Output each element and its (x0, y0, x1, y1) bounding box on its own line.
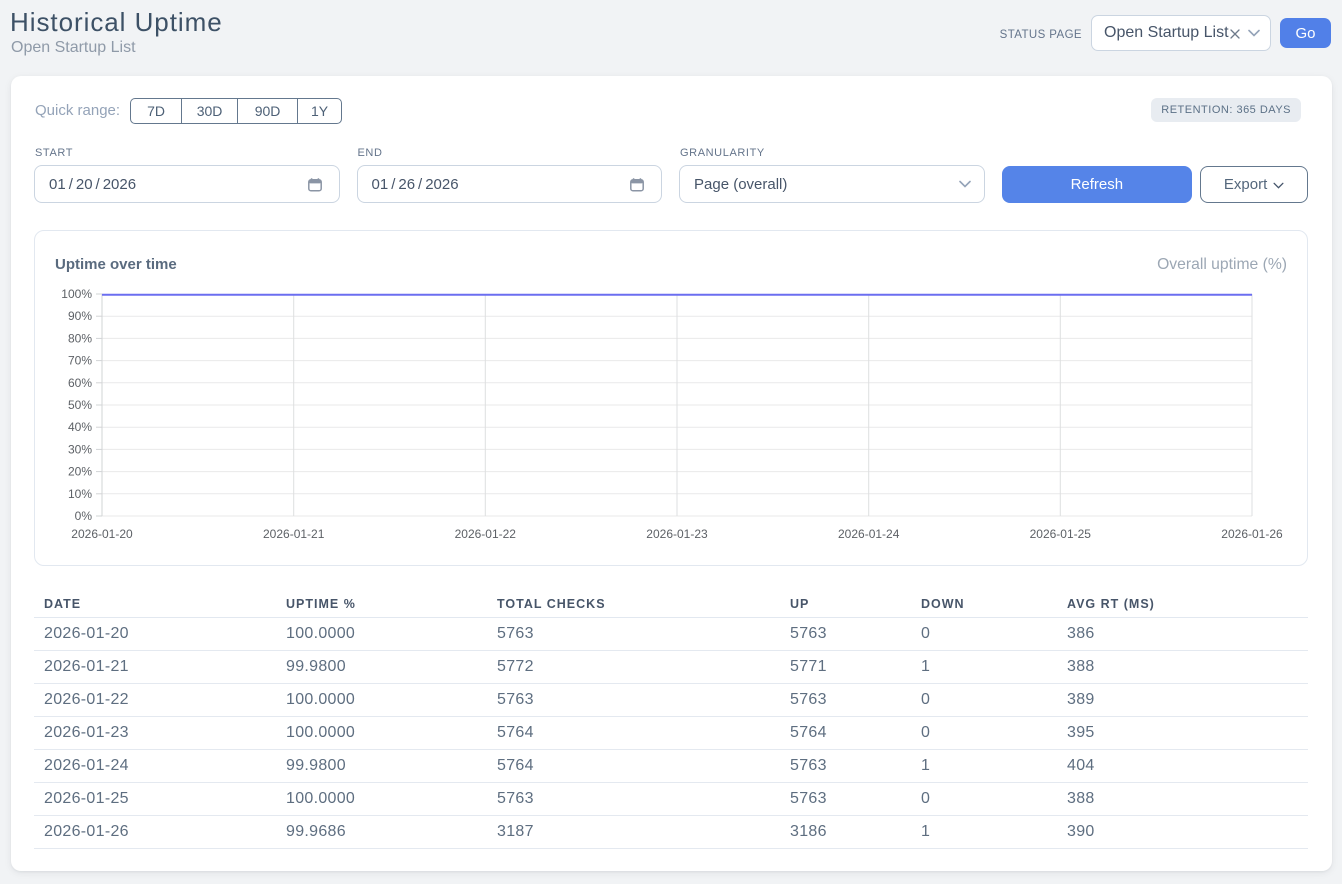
svg-text:2026-01-22: 2026-01-22 (455, 527, 517, 541)
svg-text:2026-01-26: 2026-01-26 (1221, 527, 1283, 541)
svg-text:2026-01-25: 2026-01-25 (1030, 527, 1092, 541)
svg-text:100%: 100% (61, 287, 92, 301)
svg-text:2026-01-21: 2026-01-21 (263, 527, 325, 541)
svg-text:2026-01-24: 2026-01-24 (838, 527, 900, 541)
svg-text:40%: 40% (68, 420, 92, 434)
svg-text:30%: 30% (68, 442, 92, 456)
svg-text:70%: 70% (68, 354, 92, 368)
svg-text:80%: 80% (68, 331, 92, 345)
svg-text:60%: 60% (68, 376, 92, 390)
svg-text:90%: 90% (68, 309, 92, 323)
svg-text:2026-01-23: 2026-01-23 (646, 527, 708, 541)
svg-text:20%: 20% (68, 465, 92, 479)
svg-text:10%: 10% (68, 487, 92, 501)
svg-text:0%: 0% (75, 509, 93, 523)
svg-text:2026-01-20: 2026-01-20 (71, 527, 133, 541)
svg-text:50%: 50% (68, 398, 92, 412)
